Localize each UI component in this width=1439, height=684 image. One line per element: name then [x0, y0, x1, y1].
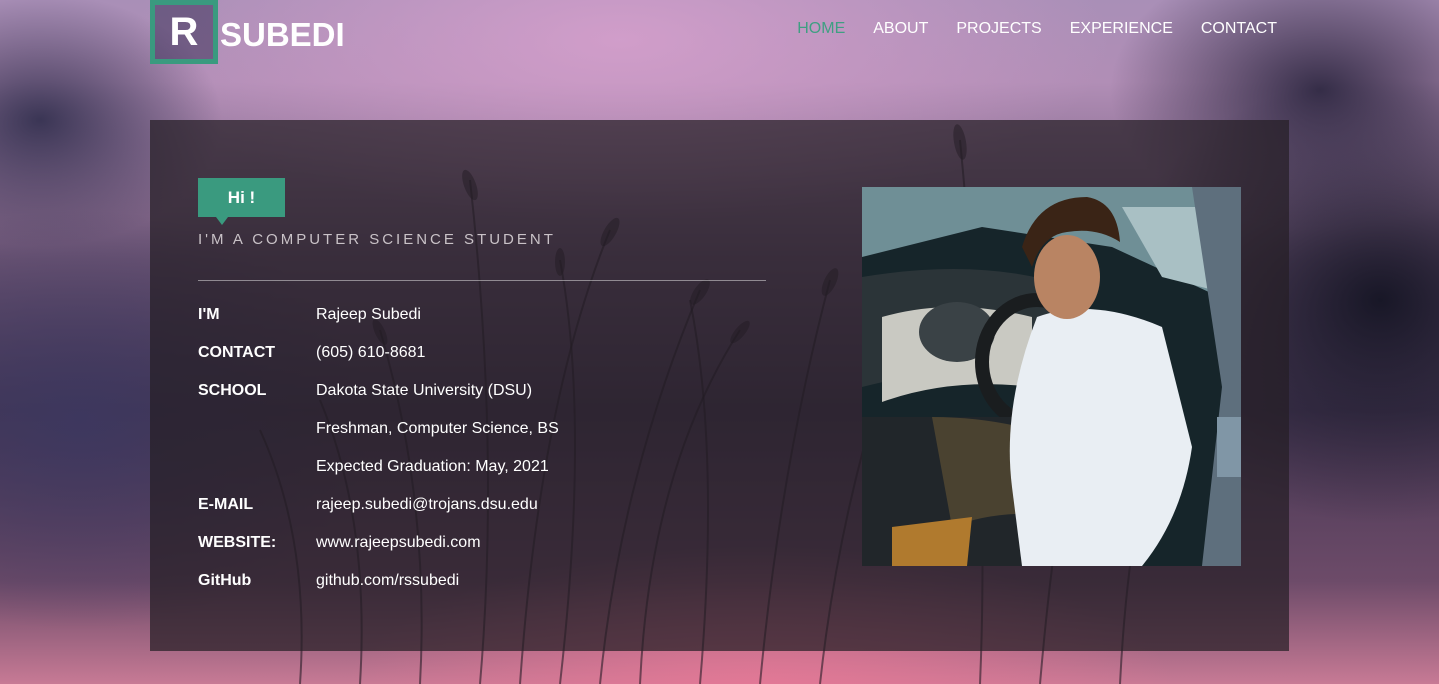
logo-letter-box: R [150, 0, 218, 64]
nav-projects[interactable]: PROJECTS [956, 20, 1041, 38]
info-label: CONTACT [198, 344, 276, 361]
info-row-website: WEBSITE: www.rajeepsubedi.com [198, 534, 559, 572]
greeting-badge: Hi ! [198, 178, 285, 225]
info-value: Dakota State University (DSU) [316, 382, 533, 399]
info-value: (605) 610-8681 [316, 344, 426, 361]
info-list: I'M Rajeep Subedi CONTACT (605) 610-8681… [198, 306, 559, 610]
site-logo[interactable]: R SUBEDI [150, 0, 345, 64]
github-link[interactable]: github.com/rssubedi [316, 572, 459, 590]
info-row-school: SCHOOL Dakota State University (DSU) [198, 382, 559, 420]
info-label: SCHOOL [198, 382, 267, 399]
email-link[interactable]: rajeep.subedi@trojans.dsu.edu [316, 496, 538, 514]
info-label: WEBSITE: [198, 534, 277, 551]
info-row-email: E-MAIL rajeep.subedi@trojans.dsu.edu [198, 496, 559, 534]
info-value: Freshman, Computer Science, BS [316, 420, 559, 437]
intro-subtitle: I'M A COMPUTER SCIENCE STUDENT [198, 231, 556, 248]
nav-about[interactable]: ABOUT [873, 20, 928, 38]
profile-photo-illustration [862, 187, 1241, 566]
info-label: I'M [198, 306, 220, 323]
info-row-name: I'M Rajeep Subedi [198, 306, 559, 344]
main-nav: HOME ABOUT PROJECTS EXPERIENCE CONTACT [797, 20, 1277, 38]
intro-panel: Hi ! I'M A COMPUTER SCIENCE STUDENT I'M … [150, 120, 1289, 651]
nav-experience[interactable]: EXPERIENCE [1070, 20, 1173, 38]
profile-photo [862, 187, 1241, 566]
info-row-graduation: Expected Graduation: May, 2021 [198, 458, 559, 496]
info-row-github: GitHub github.com/rssubedi [198, 572, 559, 610]
website-link[interactable]: www.rajeepsubedi.com [316, 534, 481, 552]
info-label: GitHub [198, 572, 252, 589]
info-value: Expected Graduation: May, 2021 [316, 458, 549, 475]
info-row-degree: Freshman, Computer Science, BS [198, 420, 559, 458]
info-label: E-MAIL [198, 496, 254, 513]
nav-contact[interactable]: CONTACT [1201, 20, 1277, 38]
info-value: Rajeep Subedi [316, 306, 421, 323]
divider [198, 280, 766, 281]
nav-home[interactable]: HOME [797, 20, 845, 38]
info-row-contact: CONTACT (605) 610-8681 [198, 344, 559, 382]
logo-text: SUBEDI [220, 16, 345, 53]
